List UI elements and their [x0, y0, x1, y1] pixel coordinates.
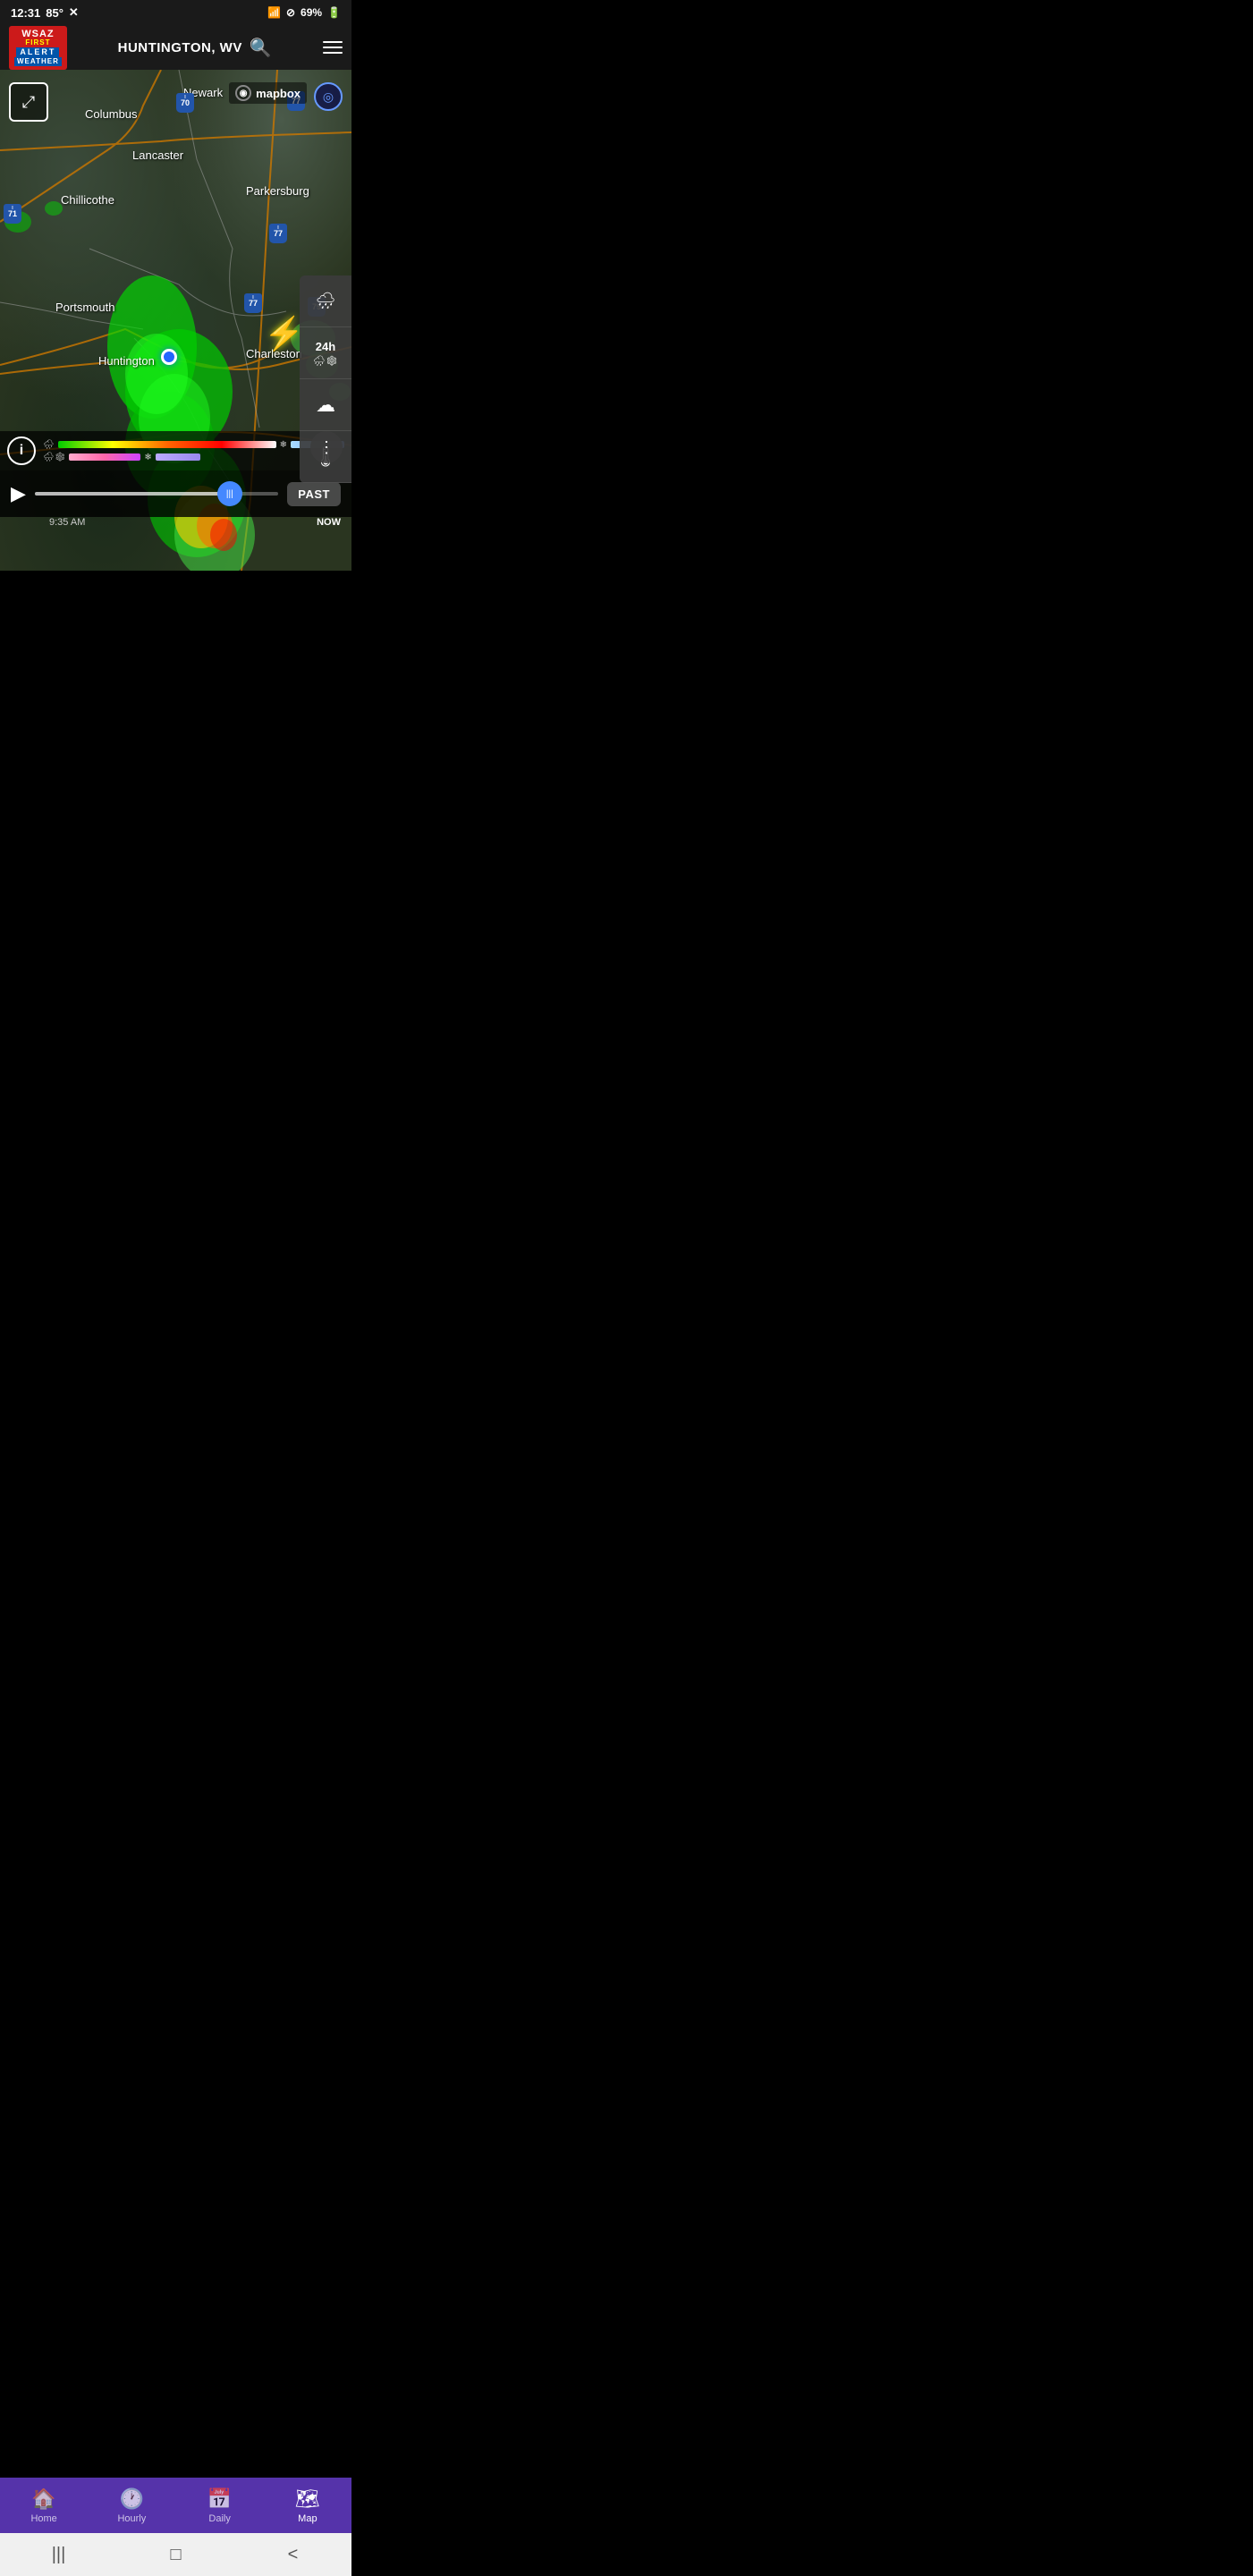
past-label: PAST	[298, 487, 330, 501]
status-close-icon: ✕	[69, 5, 79, 20]
more-options-button[interactable]: ⋮	[310, 431, 343, 463]
24h-sub-icon: 🌧❄	[313, 355, 338, 367]
snow-legend-icon: ❄	[280, 440, 287, 450]
do-not-disturb-icon: ⊘	[286, 6, 295, 19]
wifi-icon: 📶	[267, 6, 281, 19]
interstate-77-south: 77	[243, 293, 263, 313]
recents-icon: |||	[52, 2545, 66, 2565]
logo-alert-text: ALERT	[16, 47, 59, 57]
interstate-71: 71	[3, 204, 22, 224]
mixed-precip-icon: 🌧❄	[43, 453, 65, 462]
lightning-indicator: ⚡	[264, 315, 304, 352]
cloud-icon: ☁	[316, 394, 335, 417]
timeline-track[interactable]: |||	[35, 492, 278, 496]
logo-weather-text: WEATHER	[14, 57, 62, 66]
mixed-precip-gradient	[69, 453, 140, 461]
status-right: 📶 ⊘ 69% 🔋	[267, 6, 341, 19]
play-icon: ▶	[11, 482, 26, 504]
status-temperature: 85°	[46, 6, 63, 20]
nav-hourly[interactable]: 🕐 Hourly	[88, 2487, 175, 2524]
status-time: 12:31	[11, 6, 40, 20]
interstate-77-mid: 77	[268, 224, 288, 243]
map-nav-icon: 🗺	[295, 2487, 320, 2511]
timeline-start-time: 9:35 AM	[49, 517, 85, 535]
timeline-thumb-icon: |||	[226, 489, 233, 499]
back-button[interactable]: <	[271, 2537, 316, 2572]
precip-icon: 🌧	[316, 292, 336, 310]
map-nav-label: Map	[298, 2513, 317, 2524]
location-icon: ◎	[323, 89, 334, 105]
home-sys-icon: □	[170, 2545, 181, 2565]
map-view[interactable]: Newark Columbus Lancaster Chillicothe Pa…	[0, 70, 351, 571]
info-button[interactable]: i	[7, 436, 36, 465]
daily-nav-icon: 📅	[207, 2487, 232, 2511]
more-icon: ⋮	[318, 438, 334, 457]
bottom-nav: 🏠 Home 🕐 Hourly 📅 Daily 🗺 Map	[0, 2478, 351, 2533]
current-location-button[interactable]: ◎	[314, 82, 343, 111]
lightning-icon: ⚡	[264, 315, 304, 352]
timeline-progress-fill	[35, 492, 230, 496]
mapbox-text: mapbox	[256, 87, 301, 100]
battery-percent: 69%	[301, 6, 322, 19]
nav-daily[interactable]: 📅 Daily	[176, 2487, 264, 2524]
daily-nav-label: Daily	[208, 2513, 230, 2524]
back-icon: <	[288, 2545, 299, 2565]
hourly-nav-icon: 🕐	[120, 2487, 144, 2511]
rain-legend-icon: 🌧	[43, 440, 55, 450]
menu-button[interactable]	[323, 41, 343, 54]
nav-bar: WSAZ FIRST ALERT WEATHER HUNTINGTON, WV …	[0, 25, 351, 70]
cloud-layer-button[interactable]: ☁	[300, 379, 351, 431]
logo-wsaz-text: WSAZ	[21, 30, 54, 39]
timeline-thumb[interactable]: |||	[217, 481, 242, 506]
timeline-labels: 9:35 AM NOW	[0, 517, 351, 535]
app-logo: WSAZ FIRST ALERT WEATHER	[9, 26, 67, 70]
home-nav-icon: 🏠	[31, 2487, 55, 2511]
24h-layer-button[interactable]: 24h 🌧❄	[300, 327, 351, 379]
nav-home[interactable]: 🏠 Home	[0, 2487, 88, 2524]
home-nav-label: Home	[30, 2513, 56, 2524]
recents-button[interactable]: |||	[37, 2537, 81, 2572]
mapbox-compass-icon: ◉	[235, 85, 251, 101]
snow-gradient-bar	[156, 453, 200, 461]
expand-map-button[interactable]: ⤢	[9, 82, 48, 122]
nav-map[interactable]: 🗺 Map	[264, 2487, 351, 2524]
user-location-dot	[161, 349, 177, 365]
hourly-nav-label: Hourly	[117, 2513, 146, 2524]
snow2-legend-icon: ❄	[144, 453, 151, 462]
interstate-70: 70	[175, 93, 195, 113]
battery-icon: 🔋	[327, 6, 341, 19]
play-button[interactable]: ▶	[11, 482, 26, 505]
logo-first-text: FIRST	[25, 39, 50, 47]
24h-label: 24h	[316, 340, 335, 353]
search-icon[interactable]: 🔍	[250, 37, 272, 59]
expand-icon: ⤢	[22, 93, 35, 112]
system-nav-bar: ||| □ <	[0, 2533, 351, 2576]
home-button[interactable]: □	[154, 2537, 199, 2572]
past-button[interactable]: PAST	[287, 482, 341, 506]
info-icon: i	[20, 443, 23, 459]
timeline-now-label: NOW	[317, 517, 341, 535]
rain-gradient-bar	[58, 441, 276, 448]
mapbox-logo: ◉ mapbox	[229, 82, 307, 104]
location-text: HUNTINGTON, WV	[118, 40, 242, 55]
location-display[interactable]: HUNTINGTON, WV 🔍	[118, 37, 273, 59]
status-bar: 12:31 85° ✕ 📶 ⊘ 69% 🔋	[0, 0, 351, 25]
precipitation-layer-button[interactable]: 🌧	[300, 275, 351, 327]
status-left: 12:31 85° ✕	[11, 5, 79, 20]
